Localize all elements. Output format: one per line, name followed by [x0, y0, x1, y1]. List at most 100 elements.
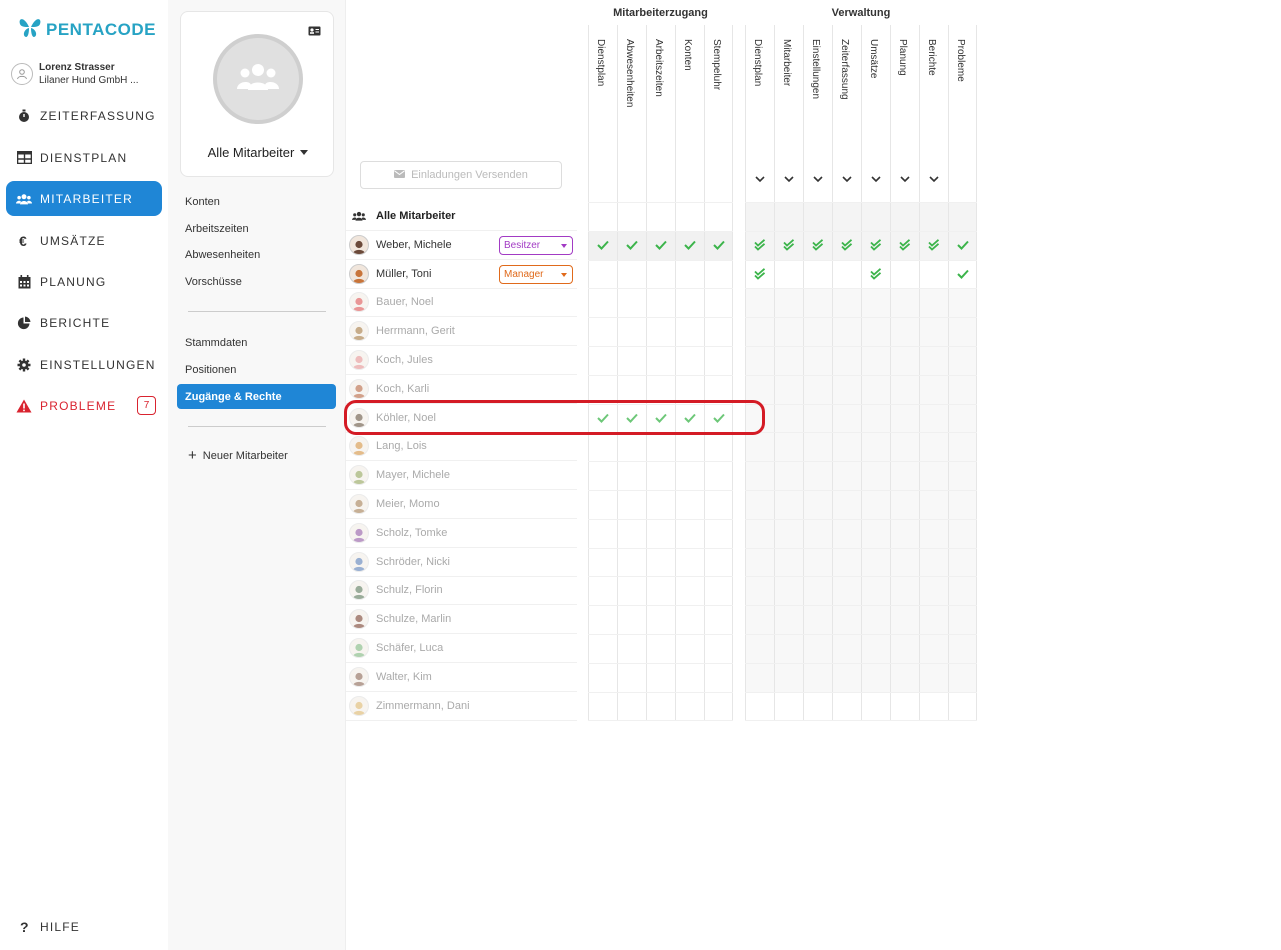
- permission-cell[interactable]: [832, 404, 861, 433]
- check-icon[interactable]: [617, 404, 646, 433]
- permission-cell[interactable]: [617, 317, 646, 346]
- permission-cell[interactable]: [919, 317, 948, 346]
- permission-cell[interactable]: [675, 317, 704, 346]
- permission-cell[interactable]: [803, 605, 832, 634]
- permission-cell[interactable]: [803, 519, 832, 548]
- employee-group-dropdown[interactable]: Alle Mitarbeiter: [181, 145, 335, 160]
- permission-cell[interactable]: [675, 548, 704, 577]
- permission-cell[interactable]: [745, 432, 774, 461]
- all-employees-row[interactable]: Alle Mitarbeiter: [346, 202, 577, 231]
- id-card-icon[interactable]: [308, 23, 321, 41]
- permission-cell[interactable]: [948, 317, 977, 346]
- permission-cell[interactable]: [588, 461, 617, 490]
- permission-cell[interactable]: [745, 317, 774, 346]
- permission-cell[interactable]: [803, 317, 832, 346]
- permission-cell[interactable]: [890, 576, 919, 605]
- permission-cell[interactable]: [646, 663, 675, 692]
- permission-cell[interactable]: [675, 432, 704, 461]
- permission-cell[interactable]: [646, 576, 675, 605]
- permission-cell[interactable]: [919, 404, 948, 433]
- permission-cell[interactable]: [617, 288, 646, 317]
- permission-cell[interactable]: [646, 346, 675, 375]
- permission-cell[interactable]: [890, 692, 919, 721]
- permission-cell[interactable]: [774, 519, 803, 548]
- permission-cell[interactable]: [617, 375, 646, 404]
- permission-cell[interactable]: [861, 576, 890, 605]
- permission-cell[interactable]: [646, 432, 675, 461]
- permission-cell[interactable]: [861, 461, 890, 490]
- permission-cell[interactable]: [646, 692, 675, 721]
- permission-cell[interactable]: [588, 548, 617, 577]
- permission-cell[interactable]: [704, 461, 733, 490]
- permission-cell[interactable]: [803, 288, 832, 317]
- permission-cell[interactable]: [803, 490, 832, 519]
- chevron-down-icon[interactable]: [803, 176, 832, 183]
- double-check-icon[interactable]: [803, 231, 832, 260]
- employee-row[interactable]: Koch, Jules: [346, 346, 577, 375]
- permission-cell[interactable]: [588, 663, 617, 692]
- permission-cell[interactable]: [675, 663, 704, 692]
- permission-cell[interactable]: [861, 317, 890, 346]
- permission-cell[interactable]: [890, 548, 919, 577]
- permission-cell[interactable]: [919, 605, 948, 634]
- permission-cell[interactable]: [588, 576, 617, 605]
- chevron-down-icon[interactable]: [890, 176, 919, 183]
- permission-cell[interactable]: [745, 576, 774, 605]
- permission-cell[interactable]: [803, 346, 832, 375]
- permission-cell[interactable]: [745, 548, 774, 577]
- permission-cell[interactable]: [588, 260, 617, 289]
- chevron-down-icon[interactable]: [861, 176, 890, 183]
- permission-cell[interactable]: [832, 490, 861, 519]
- permission-cell[interactable]: [774, 548, 803, 577]
- double-check-icon[interactable]: [861, 260, 890, 289]
- permission-cell[interactable]: [704, 663, 733, 692]
- permission-cell[interactable]: [745, 346, 774, 375]
- chevron-down-icon[interactable]: [774, 176, 803, 183]
- permission-cell[interactable]: [861, 634, 890, 663]
- check-icon[interactable]: [704, 404, 733, 433]
- employee-row[interactable]: Meier, Momo: [346, 490, 577, 519]
- permission-cell[interactable]: [861, 490, 890, 519]
- permission-cell[interactable]: [617, 461, 646, 490]
- permission-cell[interactable]: [803, 375, 832, 404]
- permission-cell[interactable]: [675, 346, 704, 375]
- permission-cell[interactable]: [832, 432, 861, 461]
- permission-cell[interactable]: [919, 576, 948, 605]
- permission-cell[interactable]: [948, 346, 977, 375]
- permission-cell[interactable]: [832, 375, 861, 404]
- permission-cell[interactable]: [588, 346, 617, 375]
- permission-cell[interactable]: [588, 634, 617, 663]
- permission-cell[interactable]: [745, 663, 774, 692]
- permission-cell[interactable]: [617, 548, 646, 577]
- permission-cell[interactable]: [588, 432, 617, 461]
- permission-cell[interactable]: [774, 461, 803, 490]
- permission-cell[interactable]: [704, 490, 733, 519]
- permission-cell[interactable]: [704, 605, 733, 634]
- employee-row[interactable]: Köhler, Noel: [346, 404, 577, 433]
- employee-row[interactable]: Mayer, Michele: [346, 461, 577, 491]
- send-invitations-button[interactable]: Einladungen Versenden: [360, 161, 562, 189]
- permission-cell[interactable]: [803, 692, 832, 721]
- permission-cell[interactable]: [646, 548, 675, 577]
- permission-cell[interactable]: [646, 317, 675, 346]
- employee-row[interactable]: Schäfer, Luca: [346, 634, 577, 663]
- permission-cell[interactable]: [588, 288, 617, 317]
- permission-cell[interactable]: [948, 576, 977, 605]
- permission-cell[interactable]: [774, 404, 803, 433]
- permission-cell[interactable]: [675, 605, 704, 634]
- nav-item-hilfe[interactable]: ? HILFE: [6, 909, 162, 944]
- permission-cell[interactable]: [617, 260, 646, 289]
- permission-cell[interactable]: [861, 288, 890, 317]
- permission-cell[interactable]: [646, 634, 675, 663]
- permission-cell[interactable]: [745, 375, 774, 404]
- permission-cell[interactable]: [919, 490, 948, 519]
- permission-cell[interactable]: [832, 519, 861, 548]
- check-icon[interactable]: [646, 231, 675, 260]
- permission-cell[interactable]: [745, 461, 774, 490]
- employee-row[interactable]: Bauer, Noel: [346, 288, 577, 318]
- permission-cell[interactable]: [675, 288, 704, 317]
- permission-cell[interactable]: [890, 317, 919, 346]
- submenu-vorschuesse[interactable]: Vorschüsse: [177, 269, 336, 294]
- permission-cell[interactable]: [588, 692, 617, 721]
- permission-cell[interactable]: [919, 432, 948, 461]
